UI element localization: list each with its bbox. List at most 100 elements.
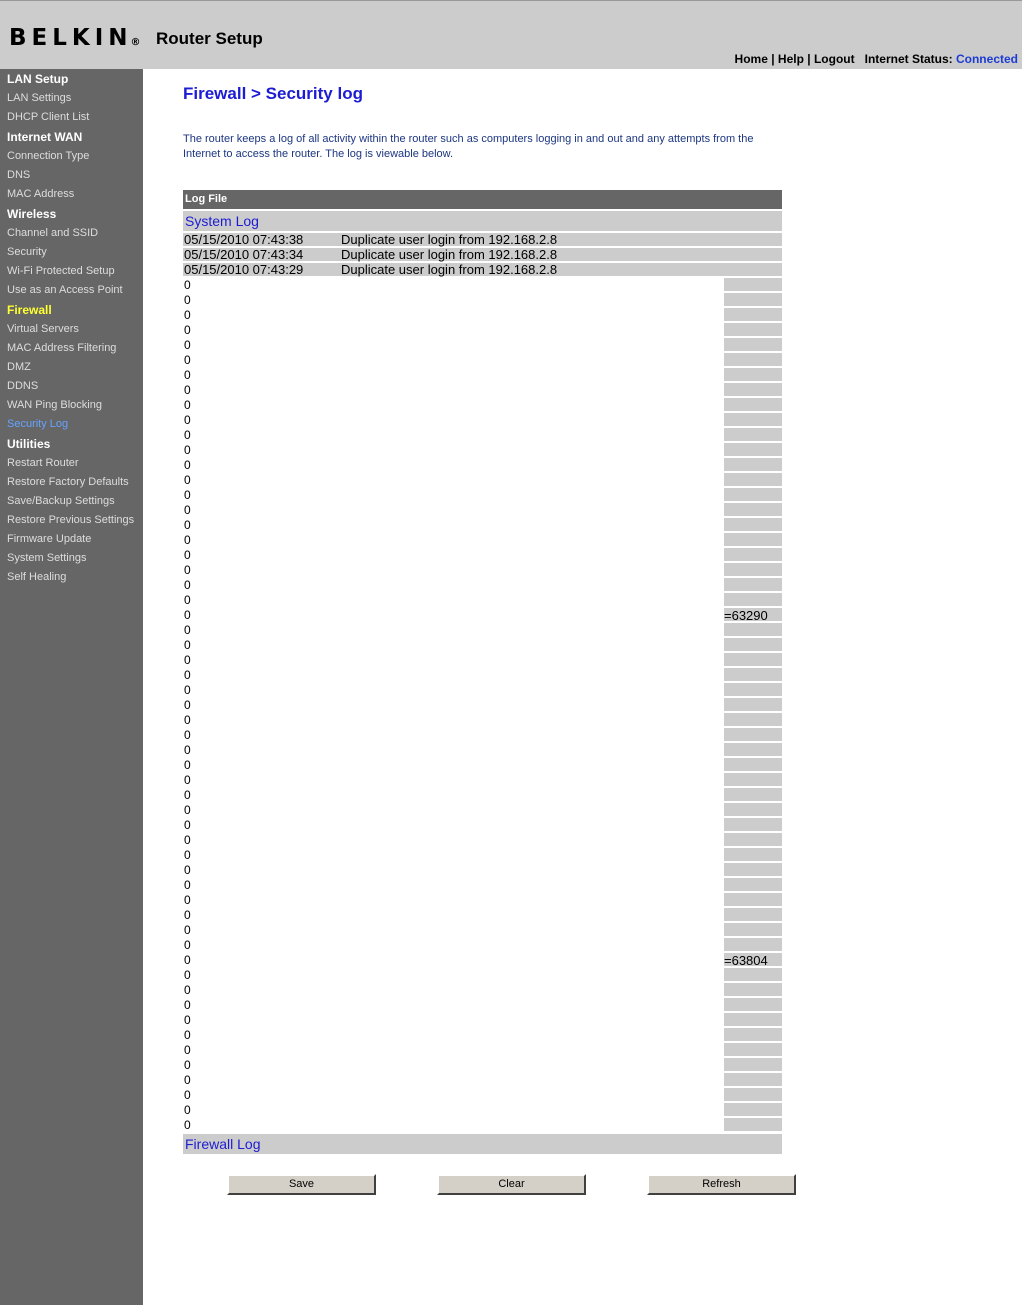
log-zero-row: 0 — [184, 548, 191, 562]
log-zero-row: 0 — [184, 323, 191, 337]
log-zero-row: 0 — [184, 608, 191, 622]
sidebar-item-mac-address-filtering[interactable]: MAC Address Filtering — [7, 342, 116, 354]
sidebar-item-access-point[interactable]: Use as an Access Point — [7, 284, 123, 296]
sidebar-item-security-log[interactable]: Security Log — [7, 418, 68, 430]
sidebar-item-firmware-update[interactable]: Firmware Update — [7, 533, 91, 545]
log-zero-row: 0 — [184, 1073, 191, 1087]
log-zero-row: 0 — [184, 878, 191, 892]
log-zero-row: 0 — [184, 863, 191, 877]
sidebar-item-dmz[interactable]: DMZ — [7, 361, 31, 373]
page-description: The router keeps a log of all activity w… — [183, 133, 754, 160]
sidebar-section-firewall[interactable]: Firewall — [7, 303, 52, 317]
log-zero-row: 0 — [184, 473, 191, 487]
log-entry: 05/15/2010 07:43:29 Duplicate user login… — [183, 262, 782, 277]
sidebar-section-wireless[interactable]: Wireless — [7, 207, 56, 221]
clear-button[interactable]: Clear — [437, 1174, 586, 1195]
sidebar-item-restart-router[interactable]: Restart Router — [7, 457, 79, 469]
log-zero-row: 0 — [184, 428, 191, 442]
sidebar-item-ddns[interactable]: DDNS — [7, 380, 38, 392]
log-zero-row: 0 — [184, 683, 191, 697]
log-entry: 05/15/2010 07:43:38 Duplicate user login… — [183, 233, 782, 247]
logout-link[interactable]: Logout — [814, 52, 855, 66]
log-entry-message: Duplicate user login from 192.168.2.8 — [341, 233, 558, 247]
log-zero-row: 0 — [184, 803, 191, 817]
log-zero-row: 0 — [184, 668, 191, 682]
sidebar-item-self-healing[interactable]: Self Healing — [7, 571, 66, 583]
log-zero-row: 0 — [184, 938, 191, 952]
log-zero-row: 0 — [184, 1043, 191, 1057]
page-title: Firewall > Security log — [183, 84, 363, 103]
log-zero-row: 0 — [184, 923, 191, 937]
nav-separator: | — [803, 52, 814, 66]
sidebar-section-lan-setup[interactable]: LAN Setup — [7, 72, 68, 86]
log-file-header: Log File — [183, 190, 782, 209]
log-zero-row: 0 — [184, 833, 191, 847]
log-zero-row: 0 — [184, 638, 191, 652]
sidebar-section-internet-wan[interactable]: Internet WAN — [7, 130, 82, 144]
top-nav: Home | Help | Logout Internet Status: Co… — [735, 52, 1018, 66]
sidebar-item-mac-address[interactable]: MAC Address — [7, 188, 74, 200]
help-link[interactable]: Help — [778, 52, 804, 66]
log-zero-row: 0 — [184, 578, 191, 592]
log-zero-row: 0 — [184, 1058, 191, 1072]
app-title: Router Setup — [156, 29, 263, 48]
log-zero-row: 0 — [184, 1088, 191, 1102]
home-link[interactable]: Home — [735, 52, 768, 66]
log-entry-message: Duplicate user login from 192.168.2.8 — [341, 247, 558, 262]
log-zero-row: 0 — [184, 983, 191, 997]
log-entry-time: 05/15/2010 07:43:29 — [184, 262, 304, 277]
log-zero-row: 0 — [184, 593, 191, 607]
sidebar-section-utilities[interactable]: Utilities — [7, 437, 50, 451]
sidebar-item-security[interactable]: Security — [7, 246, 47, 258]
log-zero-row: 0 — [184, 413, 191, 427]
firewall-log-title: Firewall Log — [183, 1134, 782, 1154]
log-zero-row: 0 — [184, 788, 191, 802]
nav-separator: | — [767, 52, 778, 66]
log-zero-row: 0 — [184, 773, 191, 787]
log-zero-row: 0 — [184, 758, 191, 772]
log-zero-row: 0 — [184, 1028, 191, 1042]
internet-status-value: Connected — [955, 52, 1018, 66]
log-zero-row: 0 — [184, 998, 191, 1012]
log-zero-row: 0 — [184, 653, 191, 667]
sidebar-item-dhcp-client-list[interactable]: DHCP Client List — [7, 111, 89, 123]
belkin-logo: BELKIN® — [9, 25, 141, 51]
log-zero-row: 0 — [184, 503, 191, 517]
sidebar-item-wifi-protected-setup[interactable]: Wi-Fi Protected Setup — [7, 265, 115, 277]
sidebar-item-restore-factory-defaults[interactable]: Restore Factory Defaults — [7, 476, 129, 488]
log-zero-row: 0 — [184, 368, 191, 382]
sidebar-item-save-backup-settings[interactable]: Save/Backup Settings — [7, 495, 115, 507]
sidebar-item-virtual-servers[interactable]: Virtual Servers — [7, 323, 79, 335]
log-zero-row: 0 — [184, 728, 191, 742]
log-zero-row: 0 — [184, 308, 191, 322]
log-edge-value: =63290 — [724, 608, 768, 623]
sidebar-item-wan-ping-blocking[interactable]: WAN Ping Blocking — [7, 399, 102, 411]
log-zero-row: 0 — [184, 443, 191, 457]
log-zero-row: 0 — [184, 713, 191, 727]
sidebar-item-channel-and-ssid[interactable]: Channel and SSID — [7, 227, 98, 239]
log-zero-row: 0 — [184, 563, 191, 577]
sidebar-item-restore-previous-settings[interactable]: Restore Previous Settings — [7, 514, 134, 526]
system-log-title: System Log — [183, 211, 782, 231]
log-zero-row: 0 — [184, 353, 191, 367]
log-zero-row: 0 — [184, 743, 191, 757]
log-zero-row: 0 — [184, 953, 191, 967]
save-button[interactable]: Save — [227, 1174, 376, 1195]
log-zero-row: 0 — [184, 893, 191, 907]
log-zero-row: 0 — [184, 458, 191, 472]
log-zero-row: 0 — [184, 488, 191, 502]
log-zero-row: 0 — [184, 383, 191, 397]
sidebar-item-lan-settings[interactable]: LAN Settings — [7, 92, 71, 104]
sidebar-item-connection-type[interactable]: Connection Type — [7, 150, 89, 162]
log-zero-row: 0 — [184, 398, 191, 412]
sidebar-item-system-settings[interactable]: System Settings — [7, 552, 86, 564]
log-zero-row: 0 — [184, 1118, 191, 1131]
log-entry-time: 05/15/2010 07:43:38 — [184, 233, 304, 247]
refresh-button[interactable]: Refresh — [647, 1174, 796, 1195]
system-log-area[interactable]: 05/15/2010 07:43:38 Duplicate user login… — [183, 233, 782, 1131]
log-entry-time: 05/15/2010 07:43:34 — [184, 247, 304, 262]
log-edge-value: =63804 — [724, 953, 768, 968]
log-entry: 05/15/2010 07:43:34 Duplicate user login… — [183, 247, 782, 262]
sidebar-item-dns[interactable]: DNS — [7, 169, 30, 181]
log-zero-row: 0 — [184, 293, 191, 307]
